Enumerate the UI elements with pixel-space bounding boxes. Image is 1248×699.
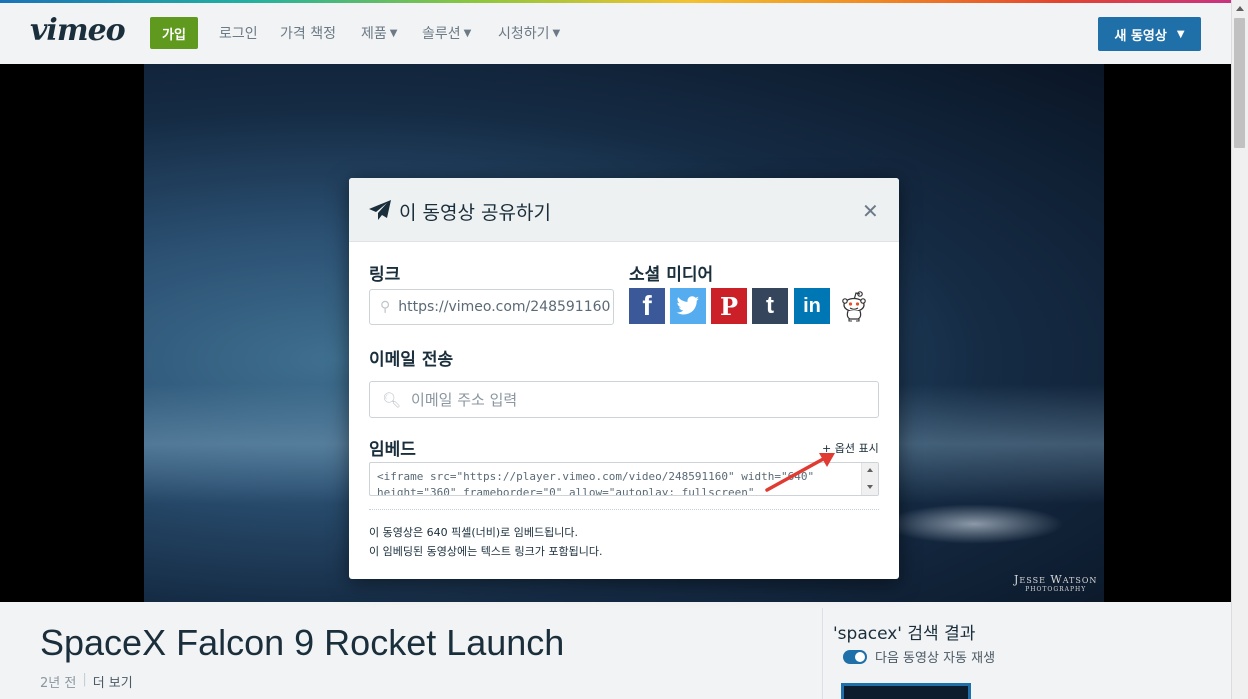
embed-scrollbar[interactable] (861, 463, 878, 495)
close-icon[interactable]: ✕ (862, 199, 879, 223)
divider (369, 509, 879, 510)
modal-title: 이 동영상 공유하기 (399, 202, 551, 224)
social-label: 소셜 미디어 (629, 265, 714, 285)
scroll-up-icon[interactable] (867, 468, 873, 472)
paperclip-icon: ⚲ (380, 299, 391, 315)
email-placeholder: 이메일 주소 입력 (411, 391, 518, 409)
reddit-icon[interactable] (841, 290, 867, 322)
share-modal: 이 동영상 공유하기 ✕ 링크 ⚲ https://vimeo.com/2485… (349, 178, 899, 579)
embed-width-note: 이 동영상은 640 픽셀(너비)로 임베드됩니다. (369, 526, 578, 539)
link-value: https://vimeo.com/248591160 (398, 299, 611, 315)
email-field[interactable]: 🔍︎ 이메일 주소 입력 (369, 381, 879, 418)
link-field[interactable]: ⚲ https://vimeo.com/248591160 (369, 289, 614, 325)
scroll-up-arrow-icon[interactable] (1236, 6, 1244, 11)
embed-label: 임베드 (369, 440, 416, 460)
link-label: 링크 (369, 265, 401, 285)
paper-plane-icon (369, 200, 391, 220)
facebook-icon[interactable]: f (629, 288, 665, 324)
search-icon: 🔍︎ (382, 390, 402, 409)
scrollbar-thumb[interactable] (1234, 18, 1245, 148)
scroll-down-icon[interactable] (867, 485, 873, 489)
modal-header: 이 동영상 공유하기 ✕ (349, 178, 899, 242)
twitter-icon[interactable] (670, 288, 706, 324)
embed-link-note: 이 임베딩된 동영상에는 텍스트 링크가 포함됩니다. (369, 545, 603, 558)
pinterest-icon[interactable]: P (711, 288, 747, 324)
annotation-arrow-icon (765, 453, 835, 492)
tumblr-icon[interactable]: t (752, 288, 788, 324)
email-label: 이메일 전송 (369, 350, 454, 370)
linkedin-icon[interactable]: in (794, 288, 830, 324)
